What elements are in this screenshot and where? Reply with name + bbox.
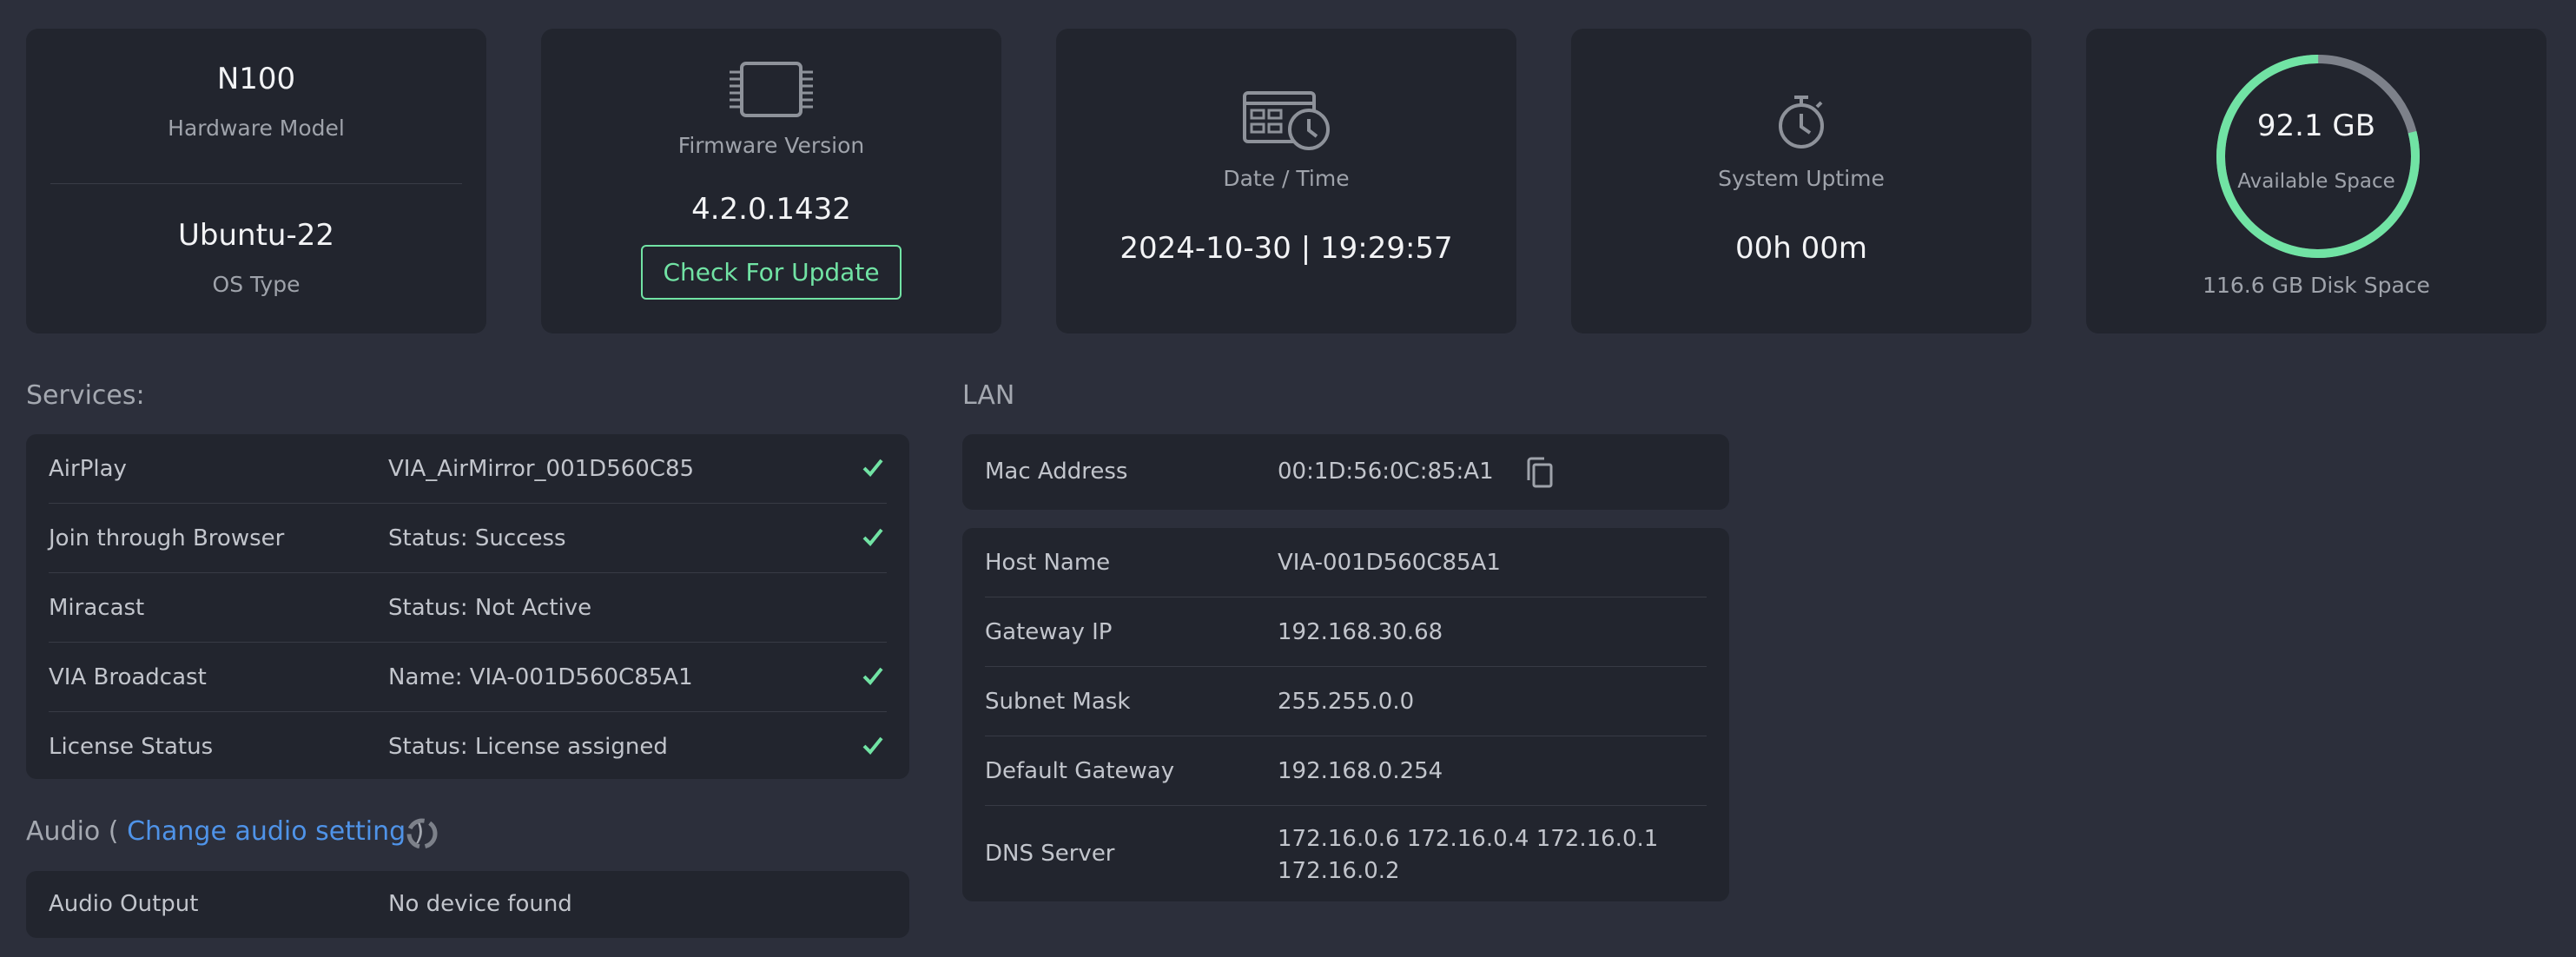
uptime-value: 00h 00m <box>1734 231 1867 266</box>
subnet-mask-label: Subnet Mask <box>985 689 1131 715</box>
services-title: Services: <box>26 380 145 411</box>
gateway-ip-row: Gateway IP 192.168.30.68 <box>985 597 1707 667</box>
service-value: Status: Success <box>388 525 566 551</box>
refresh-spinner-icon[interactable] <box>405 816 439 855</box>
host-name-value: VIA-001D560C85A1 <box>1278 550 1501 576</box>
stopwatch-icon <box>1571 93 2031 154</box>
audio-output-row: Audio Output No device found <box>49 871 887 938</box>
audio-title: Audio ( Change audio setting ) <box>26 816 424 847</box>
service-label: License Status <box>49 734 214 760</box>
audio-title-prefix: Audio ( <box>26 816 119 847</box>
os-type-label: OS Type <box>212 272 301 297</box>
service-label: VIA Broadcast <box>49 664 207 690</box>
gateway-ip-label: Gateway IP <box>985 619 1113 645</box>
service-label: Join through Browser <box>49 525 285 551</box>
firmware-card: Firmware Version 4.2.0.1432 Check For Up… <box>541 29 1001 333</box>
firmware-version-label: Firmware Version <box>677 133 865 158</box>
change-audio-setting-link[interactable]: Change audio setting <box>127 816 406 847</box>
mac-address-row: Mac Address 00:1D:56:0C:85:A1 <box>985 434 1707 510</box>
audio-output-label: Audio Output <box>49 891 199 917</box>
available-space-value: 92.1 GB <box>2256 109 2376 143</box>
host-name-row: Host Name VIA-001D560C85A1 <box>985 528 1707 597</box>
chip-icon <box>541 60 1001 122</box>
mac-address-value: 00:1D:56:0C:85:A1 <box>1278 459 1494 485</box>
available-space-label: Available Space <box>2237 170 2395 193</box>
services-panel: AirPlay VIA_AirMirror_001D560C85 Join th… <box>26 434 909 779</box>
check-icon <box>862 666 883 689</box>
service-row-miracast: Miracast Status: Not Active <box>49 573 887 643</box>
calendar-clock-icon <box>1056 89 1516 155</box>
hardware-model-value: N100 <box>216 62 296 96</box>
service-value: VIA_AirMirror_001D560C85 <box>388 456 695 482</box>
subnet-mask-value: 255.255.0.0 <box>1278 689 1415 715</box>
audio-panel: Audio Output No device found <box>26 871 909 938</box>
lan-title: LAN <box>962 380 1015 411</box>
service-value: Status: License assigned <box>388 734 668 760</box>
datetime-label: Date / Time <box>1223 166 1350 191</box>
uptime-label: System Uptime <box>1718 166 1885 191</box>
service-value: Name: VIA-001D560C85A1 <box>388 664 693 690</box>
lan-details-panel: Host Name VIA-001D560C85A1 Gateway IP 19… <box>962 528 1729 901</box>
uptime-card: System Uptime 00h 00m <box>1571 29 2031 333</box>
service-row-join-browser: Join through Browser Status: Success <box>49 504 887 573</box>
default-gateway-row: Default Gateway 192.168.0.254 <box>985 736 1707 806</box>
disk-space-total: 116.6 GB Disk Space <box>2203 273 2430 298</box>
datetime-card: Date / Time 2024-10-30 | 19:29:57 <box>1056 29 1516 333</box>
hardware-card: N100 Hardware Model Ubuntu-22 OS Type <box>26 29 486 333</box>
mac-address-panel: Mac Address 00:1D:56:0C:85:A1 <box>962 434 1729 510</box>
check-icon <box>862 527 883 550</box>
check-icon <box>862 736 883 758</box>
datetime-value: 2024-10-30 | 19:29:57 <box>1120 231 1453 266</box>
firmware-version-value: 4.2.0.1432 <box>691 192 851 227</box>
dns-server-line: 172.16.0.6 172.16.0.4 172.16.0.1 <box>1278 826 1659 852</box>
hardware-model-label: Hardware Model <box>168 116 345 141</box>
service-row-via-broadcast: VIA Broadcast Name: VIA-001D560C85A1 <box>49 643 887 712</box>
host-name-label: Host Name <box>985 550 1111 576</box>
service-label: Miracast <box>49 595 145 621</box>
service-row-license: License Status Status: License assigned <box>49 712 887 782</box>
default-gateway-label: Default Gateway <box>985 758 1175 784</box>
dns-server-value: 172.16.0.6 172.16.0.4 172.16.0.1 172.16.… <box>1278 823 1658 888</box>
disk-card: 92.1 GB Available Space 116.6 GB Disk Sp… <box>2086 29 2546 333</box>
subnet-mask-row: Subnet Mask 255.255.0.0 <box>985 667 1707 736</box>
default-gateway-value: 192.168.0.254 <box>1278 758 1443 784</box>
gateway-ip-value: 192.168.30.68 <box>1278 619 1443 645</box>
service-value: Status: Not Active <box>388 595 592 621</box>
divider <box>50 183 462 184</box>
dns-server-label: DNS Server <box>985 841 1115 867</box>
check-for-update-button[interactable]: Check For Update <box>641 245 902 300</box>
check-icon <box>862 458 883 480</box>
audio-output-value: No device found <box>388 891 572 917</box>
os-type-value: Ubuntu-22 <box>178 218 334 253</box>
mac-address-label: Mac Address <box>985 459 1128 485</box>
disk-usage-ring <box>2216 54 2421 262</box>
service-label: AirPlay <box>49 456 127 482</box>
copy-icon[interactable] <box>1523 456 1555 492</box>
dns-server-row: DNS Server 172.16.0.6 172.16.0.4 172.16.… <box>985 806 1707 901</box>
service-row-airplay: AirPlay VIA_AirMirror_001D560C85 <box>49 434 887 504</box>
dns-server-line: 172.16.0.2 <box>1278 858 1400 884</box>
